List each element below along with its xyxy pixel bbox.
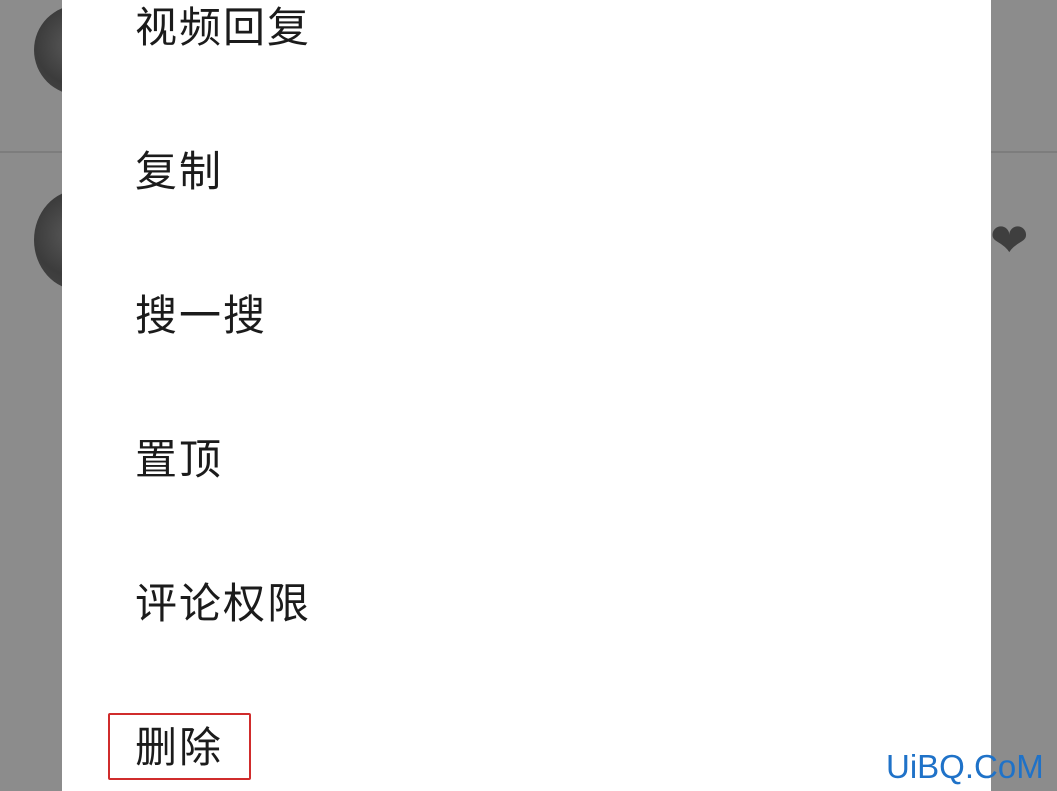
menu-item-copy[interactable]: 复制 (135, 142, 223, 202)
menu-item-search[interactable]: 搜一搜 (135, 286, 267, 346)
menu-item-comment-permission[interactable]: 评论权限 (135, 574, 311, 634)
watermark: UiBQ.CoM (886, 748, 1044, 785)
menu-item-video-reply[interactable]: 视频回复 (135, 0, 311, 58)
menu-item-pin[interactable]: 置顶 (135, 430, 223, 490)
delete-highlight-box (108, 713, 251, 780)
heart-icon: ❤ (990, 213, 1029, 267)
action-menu-sheet: 视频回复 复制 搜一搜 置顶 评论权限 删除 (62, 0, 991, 791)
